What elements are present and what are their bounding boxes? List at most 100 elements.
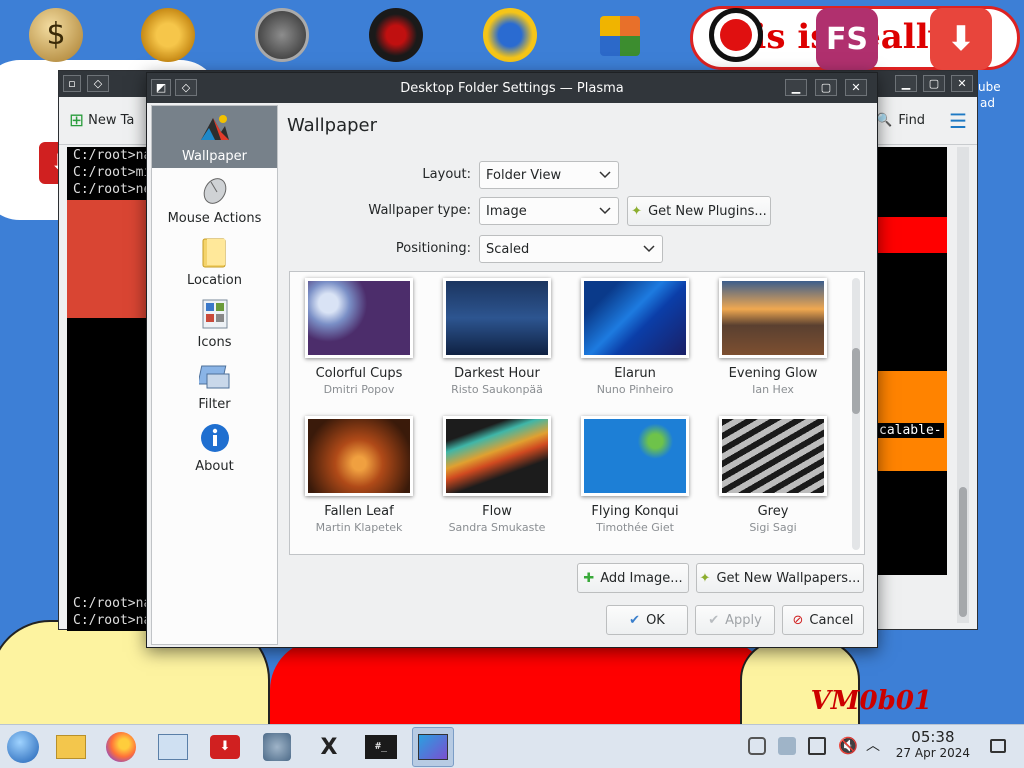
wallpaper-author: Ian Hex (752, 383, 794, 396)
folder-icon (198, 235, 232, 269)
get-new-wallpapers-button[interactable]: ✦ Get New Wallpapers... (696, 563, 864, 593)
get-new-plugins-button[interactable]: ✦ Get New Plugins... (627, 196, 771, 226)
get-hot-new-stuff-icon: ✦ (631, 203, 643, 219)
plasma-app-icon[interactable]: ◩ (151, 79, 171, 96)
background-scrollbar[interactable] (957, 147, 969, 623)
hamburger-menu-icon[interactable]: ☰ (949, 109, 967, 133)
wallpaper-author: Nuno Pinheiro (596, 383, 674, 396)
terminal-pane-left[interactable]: C:/root>na C:/root>mi C:/root>ne C:/root… (67, 147, 151, 631)
close-button[interactable]: ✕ (951, 75, 973, 92)
wallpaper-author: Martin Klapetek (315, 521, 403, 534)
sidebar-item-mouse-actions[interactable]: Mouse Actions (152, 168, 277, 230)
notes-tray-icon[interactable] (808, 737, 826, 755)
wallpaper-tile[interactable]: Elarun Nuno Pinheiro (566, 272, 704, 410)
wallpaper-type-label: Wallpaper type: (368, 203, 471, 218)
taskbar-downloader[interactable]: ⬇ (204, 727, 246, 767)
taskbar-terminal[interactable]: #_ (360, 727, 402, 767)
button-label: Get New Wallpapers... (716, 570, 861, 586)
wallpaper-tile[interactable]: Grey Sigi Sagi (704, 410, 842, 548)
sidebar-item-icons[interactable]: Icons (152, 292, 277, 354)
ascii-art-block (67, 200, 151, 318)
find-button[interactable]: Find (898, 113, 925, 128)
positioning-value: Scaled (486, 241, 530, 257)
clock[interactable]: 05:38 27 Apr 2024 (896, 729, 970, 761)
wallpaper-thumbnail (719, 416, 827, 496)
dialog-title: Desktop Folder Settings — Plasma (400, 80, 624, 96)
button-label: Get New Plugins... (648, 203, 767, 219)
wallpaper-name: Darkest Hour (454, 366, 540, 381)
wallpaper-name: Fallen Leaf (324, 504, 394, 519)
wallpaper-name: Elarun (614, 366, 656, 381)
sidebar-item-about[interactable]: About (152, 416, 277, 478)
window-menu-icon[interactable]: ▫ (63, 75, 81, 92)
sidebar-item-filter[interactable]: Filter (152, 354, 277, 416)
wallpaper-grid: Colorful Cups Dmitri Popov Darkest Hour … (289, 271, 865, 555)
start-orb-icon (7, 731, 39, 763)
maximize-button[interactable]: ▢ (923, 75, 945, 92)
desktop-icon-red-app[interactable] (356, 0, 436, 64)
wallpaper-thumbnail (443, 416, 551, 496)
icons-icon (198, 297, 232, 331)
close-button[interactable]: ✕ (845, 79, 867, 96)
taskbar: ⬇ X #_ 🔇 ︿ 05:38 27 Apr 2024 (0, 724, 1024, 768)
cancel-button[interactable]: ⊘ Cancel (782, 605, 864, 635)
layout-value: Folder View (486, 167, 562, 183)
settings-dialog[interactable]: ◩ ◇ Desktop Folder Settings — Plasma ▁ ▢… (146, 72, 878, 648)
terminal-text: calable- (877, 423, 944, 438)
taskbar-network-tool[interactable] (256, 727, 298, 767)
desktop-icon-sun[interactable] (470, 0, 550, 64)
fs-app-icon[interactable]: FS (816, 8, 878, 70)
wallpaper-tile[interactable]: Darkest Hour Risto Saukonpää (428, 272, 566, 410)
download-app-icon[interactable]: ⬇ (930, 8, 992, 70)
start-button[interactable] (2, 727, 44, 767)
desktop-icon-grid[interactable] (580, 0, 660, 58)
taskbar-plasma-settings[interactable] (412, 727, 454, 767)
wallpaper-tile[interactable]: Fallen Leaf Martin Klapetek (290, 410, 428, 548)
apply-button[interactable]: ✔ Apply (695, 605, 775, 635)
watermark: VM0b01 (810, 686, 932, 716)
add-image-button[interactable]: ✚ Add Image... (577, 563, 689, 593)
firefox-icon (106, 732, 136, 762)
wallpaper-name: Grey (757, 504, 789, 519)
clipboard-tray-icon[interactable] (748, 737, 766, 755)
sidebar-item-wallpaper[interactable]: Wallpaper (152, 106, 277, 168)
wallpaper-thumbnail (305, 416, 413, 496)
pin-icon[interactable]: ◇ (87, 75, 109, 92)
desktop-icon-gauge[interactable] (242, 0, 322, 64)
wallpaper-type-combobox[interactable]: Image (479, 197, 619, 225)
wallpaper-tile[interactable]: Flow Sandra Smukaste (428, 410, 566, 548)
minimize-button[interactable]: ▁ (895, 75, 917, 92)
new-tab-icon: ⊞ (69, 110, 85, 131)
grid-app-icon (600, 16, 640, 56)
taskbar-system-settings[interactable] (152, 727, 194, 767)
desktop-icon-record[interactable] (696, 0, 776, 64)
updates-tray-icon[interactable] (778, 737, 796, 755)
wallpaper-tile[interactable]: Colorful Cups Dmitri Popov (290, 272, 428, 410)
layout-combobox[interactable]: Folder View (479, 161, 619, 189)
sidebar-item-location[interactable]: Location (152, 230, 277, 292)
wallpaper-tile[interactable]: Evening Glow Ian Hex (704, 272, 842, 410)
desktop-icon-gear[interactable] (128, 0, 208, 64)
show-desktop-icon[interactable] (990, 739, 1006, 753)
ok-button[interactable]: ✔ OK (606, 605, 688, 635)
new-tab-button[interactable]: New Ta (88, 113, 134, 128)
grid-scrollbar[interactable] (852, 278, 860, 550)
wallpaper-name: Evening Glow (728, 366, 818, 381)
terminal-line: C:/root>na (73, 613, 152, 628)
terminal-line: C:/root>ne (73, 182, 152, 197)
info-icon (198, 421, 232, 455)
maximize-button[interactable]: ▢ (815, 79, 837, 96)
volume-muted-icon[interactable]: 🔇 (838, 737, 858, 755)
folder-icon (56, 735, 86, 759)
dialog-sidebar: Wallpaper Mouse Actions Location Icons F… (151, 105, 278, 645)
positioning-combobox[interactable]: Scaled (479, 235, 663, 263)
minimize-button[interactable]: ▁ (785, 79, 807, 96)
chevron-up-icon[interactable]: ︿ (866, 737, 884, 755)
wallpaper-tile[interactable]: Flying Konqui Timothée Giet (566, 410, 704, 548)
pin-icon[interactable]: ◇ (175, 79, 197, 96)
taskbar-file-manager[interactable] (50, 727, 92, 767)
dialog-titlebar[interactable]: ◩ ◇ Desktop Folder Settings — Plasma ▁ ▢… (147, 73, 877, 103)
taskbar-x-app[interactable]: X (308, 727, 350, 767)
taskbar-firefox[interactable] (100, 727, 142, 767)
terminal-pane-right[interactable]: calable- (875, 147, 947, 575)
